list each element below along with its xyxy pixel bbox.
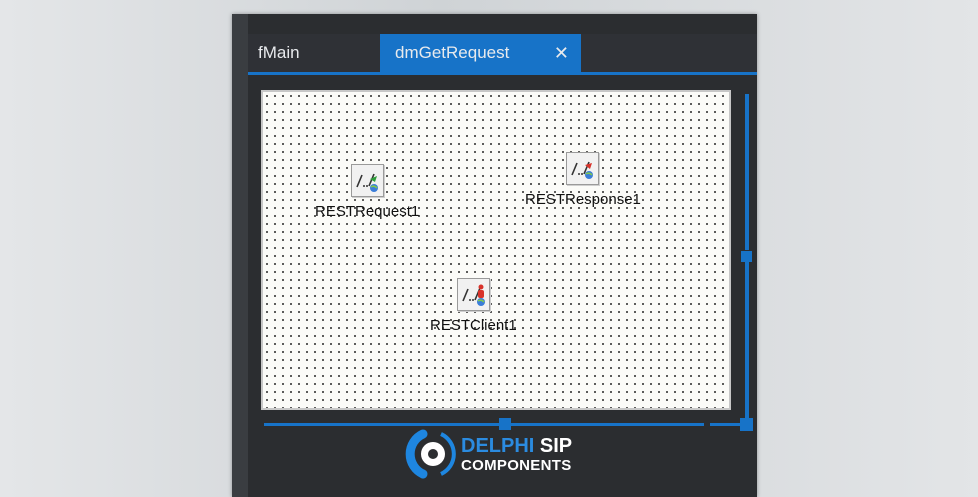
tab-dmgetrequest[interactable]: dmGetRequest ✕	[380, 34, 581, 72]
corner-resize-handle[interactable]	[740, 418, 753, 431]
component-label: RESTResponse1	[525, 191, 641, 208]
component-label: RESTRequest1	[315, 203, 420, 220]
delphi-sip-logo: DELPHI SIP COMPONENTS	[405, 428, 595, 480]
vertical-resize-handle[interactable]	[741, 251, 752, 262]
logo-word-delphi: DELPHI	[461, 435, 535, 457]
ide-left-strip	[232, 14, 248, 497]
tab-fmain[interactable]: fMain	[258, 34, 300, 72]
rest-request-icon	[350, 164, 384, 197]
logo-line-2: COMPONENTS	[461, 457, 572, 474]
close-icon[interactable]: ✕	[554, 34, 569, 72]
tab-dmgetrequest-label: dmGetRequest	[395, 43, 510, 62]
component-rest-response[interactable]: RESTResponse1	[525, 152, 641, 208]
tab-bar: fMain dmGetRequest ✕	[248, 34, 757, 75]
logo-line-1: DELPHI SIP	[461, 435, 572, 458]
rest-client-icon	[456, 278, 490, 311]
component-rest-request[interactable]: RESTRequest1	[315, 164, 419, 220]
component-label: RESTClient1	[430, 317, 517, 334]
component-rest-client[interactable]: RESTClient1	[430, 278, 517, 334]
ide-window: fMain dmGetRequest ✕ RESTRequest1 RESTRe…	[232, 14, 757, 497]
rest-response-icon	[566, 152, 600, 185]
horizontal-track-gap	[704, 420, 710, 428]
logo-word-sip: SIP	[539, 435, 573, 457]
phone-handset-icon	[405, 429, 456, 479]
data-module-designer[interactable]: RESTRequest1 RESTResponse1 RESTClient1	[261, 90, 731, 410]
